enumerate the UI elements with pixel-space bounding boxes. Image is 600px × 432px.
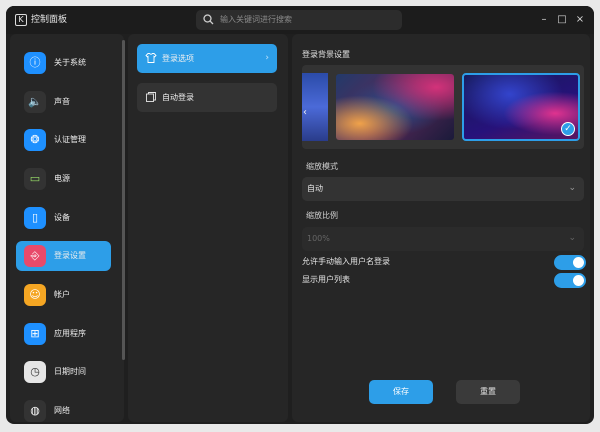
scale-mode-value: 自动 [307,184,323,193]
sidebar-item-power[interactable]: ▭ 电源 [16,164,111,194]
shirt-icon [145,53,157,63]
manual-username-toggle[interactable] [554,255,586,270]
checkmark-icon: ✓ [561,122,575,136]
sidebar-item-label: 帐户 [54,290,70,299]
info-icon: ⓘ [24,52,46,74]
subsection-pane: 登录选项 › 自动登录 [128,34,288,422]
app-title: 控制面板 [31,15,68,25]
sidebar-item-about[interactable]: ⓘ 关于系统 [16,48,111,78]
sidebar-item-label: 关于系统 [54,58,86,67]
sidebar-item-apps[interactable]: ⊞ 应用程序 [16,319,111,349]
sidebar-item-auth[interactable]: ❂ 认证管理 [16,125,111,155]
save-button[interactable]: 保存 [369,380,433,404]
reset-button[interactable]: 重置 [456,380,520,404]
speaker-icon: 🔈 [24,91,46,113]
fingerprint-icon: ❂ [24,129,46,151]
show-user-list-toggle[interactable] [554,273,586,288]
app-logo-icon: K [15,14,27,26]
account-icon: ☺ [24,284,46,306]
sidebar-item-label: 日期时间 [54,367,86,376]
copy-icon [146,92,156,102]
sidebar-item-account[interactable]: ☺ 帐户 [16,280,111,310]
minimize-button[interactable]: – [536,12,552,28]
wallpaper-thumb-selected[interactable]: ✓ [462,73,580,141]
wallpaper-thumb-partial[interactable]: ‹ [302,73,328,141]
scale-ratio-value: 100% [307,234,330,243]
wallpaper-thumb[interactable] [336,74,454,140]
manual-username-label: 允许手动输入用户名登录 [302,257,390,266]
close-button[interactable]: × [572,12,588,28]
maximize-button[interactable]: □ [554,12,570,28]
titlebar: K 控制面板 输入关键词进行搜索 – □ × [6,6,594,34]
sidebar: ⓘ 关于系统 🔈 声音 ❂ 认证管理 ▭ 电源 ▯ 设备 ⎆ 登录设置 ☺ 帐户… [10,34,124,422]
sidebar-item-devices[interactable]: ▯ 设备 [16,203,111,233]
scale-ratio-select[interactable]: 100% ⌄ [302,227,584,251]
toggle-knob [573,275,584,286]
scale-ratio-label: 缩放比例 [306,211,338,220]
search-icon [203,14,214,25]
sidebar-item-label: 电源 [54,174,70,183]
chevron-down-icon: ⌄ [568,233,576,243]
sidebar-item-network[interactable]: ◍ 网络 [16,396,111,424]
mouse-icon: ▯ [24,207,46,229]
tab-login-options[interactable]: 登录选项 › [137,44,277,73]
sidebar-item-datetime[interactable]: ◷ 日期时间 [16,357,111,387]
sidebar-item-login-settings[interactable]: ⎆ 登录设置 [16,241,111,271]
apps-icon: ⊞ [24,323,46,345]
globe-icon: ◍ [24,400,46,422]
tab-auto-login[interactable]: 自动登录 [137,83,277,112]
wallpaper-carousel: ‹ ✓ [302,65,584,149]
sidebar-item-label: 登录设置 [54,251,86,260]
sidebar-scrollbar[interactable] [122,40,125,360]
sidebar-item-label: 声音 [54,97,70,106]
login-icon: ⎆ [24,245,46,267]
sidebar-item-label: 设备 [54,213,70,222]
section-title-background: 登录背景设置 [302,50,350,59]
sidebar-item-label: 认证管理 [54,135,86,144]
chevron-right-icon: › [265,53,269,63]
sidebar-item-label: 应用程序 [54,329,86,338]
search-input[interactable]: 输入关键词进行搜索 [196,10,402,30]
toggle-knob [573,257,584,268]
scale-mode-label: 缩放模式 [306,162,338,171]
clock-icon: ◷ [24,361,46,383]
sidebar-item-sound[interactable]: 🔈 声音 [16,87,111,117]
show-user-list-label: 显示用户列表 [302,275,350,284]
control-panel-window: K 控制面板 输入关键词进行搜索 – □ × ⓘ 关于系统 🔈 声音 ❂ 认证管… [6,6,594,424]
chevron-down-icon: ⌄ [568,183,576,193]
search-placeholder: 输入关键词进行搜索 [220,15,292,24]
tab-label: 自动登录 [162,93,194,102]
battery-icon: ▭ [24,168,46,190]
tab-label: 登录选项 [162,54,194,63]
sidebar-item-label: 网络 [54,406,70,415]
chevron-left-icon[interactable]: ‹ [303,107,307,119]
scale-mode-select[interactable]: 自动 ⌄ [302,177,584,201]
login-settings-panel: 登录背景设置 ‹ ✓ 缩放模式 自动 ⌄ 缩放比例 100% ⌄ 允许手动输入用… [292,34,590,422]
